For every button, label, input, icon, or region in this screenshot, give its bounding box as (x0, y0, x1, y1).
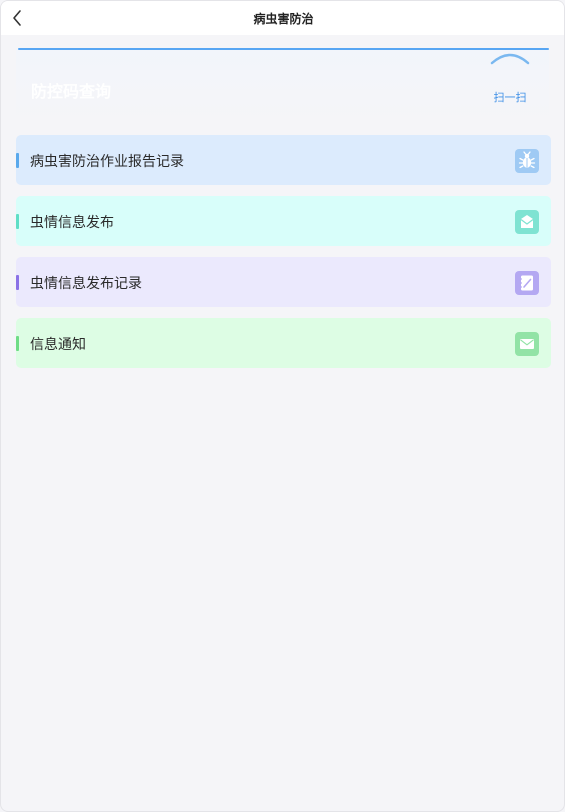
app-window: 病虫害防治 防控码查询 扫一扫 病虫害防治作业报告记录 虫情信息发布 虫情信息发… (0, 0, 565, 812)
banner-title: 防控码查询 (31, 82, 112, 101)
mail-icon (515, 332, 539, 356)
accent-bar (16, 153, 19, 168)
scan-button[interactable]: 扫一扫 (485, 51, 535, 111)
accent-bar (16, 275, 19, 290)
page-title: 病虫害防治 (253, 12, 314, 26)
accent-bar (16, 336, 19, 351)
menu-item-info-notice[interactable]: 信息通知 (16, 318, 551, 368)
menu-item-pest-report-records[interactable]: 病虫害防治作业报告记录 (16, 135, 551, 185)
scan-label: 扫一扫 (493, 91, 527, 104)
top-bar: 病虫害防治 (1, 1, 564, 35)
menu-item-label: 虫情信息发布 (30, 215, 114, 231)
menu-item-pest-info-records[interactable]: 虫情信息发布记录 (16, 257, 551, 307)
menu-item-label: 信息通知 (30, 337, 86, 353)
notebook-icon (515, 271, 539, 295)
menu-item-pest-info-publish[interactable]: 虫情信息发布 (16, 196, 551, 246)
banner-accent-line (18, 48, 549, 50)
accent-bar (16, 214, 19, 229)
menu-item-label: 虫情信息发布记录 (30, 276, 142, 292)
scan-icon (490, 53, 530, 65)
menu-item-label: 病虫害防治作业报告记录 (30, 154, 184, 170)
envelope-icon (515, 210, 539, 234)
bug-icon (515, 149, 539, 173)
